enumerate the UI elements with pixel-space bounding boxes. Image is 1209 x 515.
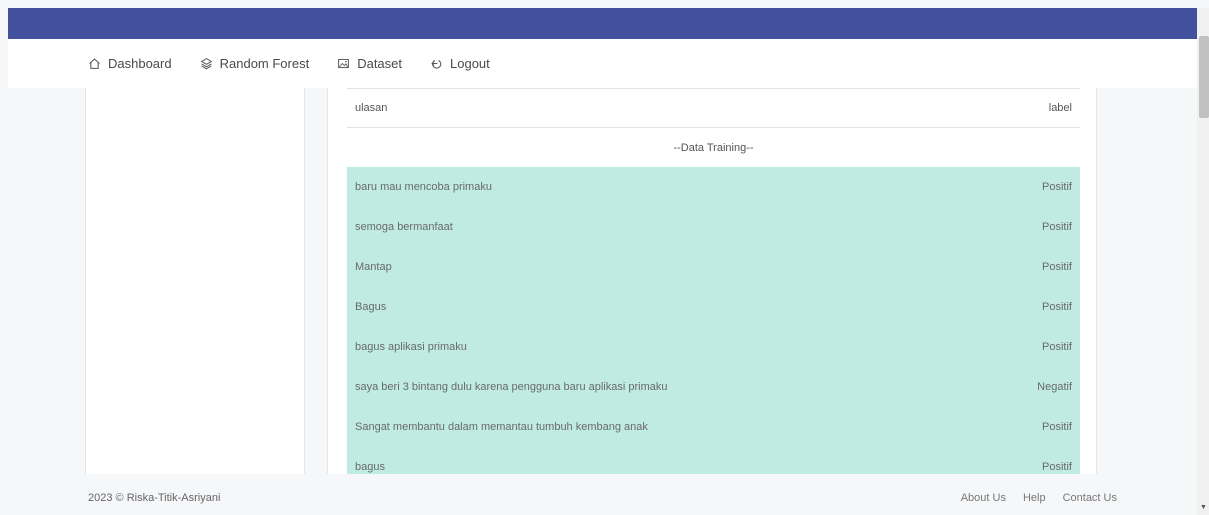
top-header-bar [8, 8, 1197, 39]
sentiment-label: Positif [1042, 461, 1072, 473]
review-text: bagus aplikasi primaku [355, 341, 467, 353]
scrollbar-thumb[interactable] [1199, 36, 1209, 118]
group-row-data-training: --Data Training-- [347, 128, 1080, 167]
table-row: bagus aplikasi primaku Positif [347, 327, 1080, 367]
table-row: Bagus Positif [347, 287, 1080, 327]
nav-dashboard-label: Dashboard [108, 56, 172, 71]
review-text: baru mau mencoba primaku [355, 181, 492, 193]
table-row: semoga bermanfaat Positif [347, 207, 1080, 247]
table-row: bagus Positif [347, 447, 1080, 474]
table-row: saya beri 3 bintang dulu karena pengguna… [347, 367, 1080, 407]
home-icon [89, 58, 100, 69]
footer-link-contact-us[interactable]: Contact Us [1063, 492, 1117, 504]
review-text: Bagus [355, 301, 387, 313]
sentiment-label: Positif [1042, 221, 1072, 233]
review-text: Mantap [355, 261, 392, 273]
page-footer: 2023 © Riska-Titik-Asriyani About Us Hel… [8, 474, 1197, 515]
footer-links: About Us Help Contact Us [961, 492, 1117, 504]
copyright-text: 2023 © Riska-Titik-Asriyani [88, 492, 221, 504]
table-row: baru mau mencoba primaku Positif [347, 167, 1080, 207]
sentiment-label: Positif [1042, 181, 1072, 193]
review-text: semoga bermanfaat [355, 221, 453, 233]
group-label: --Data Training-- [673, 141, 754, 154]
column-header-label: label [1048, 102, 1072, 114]
left-sidebar-panel [85, 88, 305, 474]
nav-logout[interactable]: Logout [430, 56, 490, 71]
image-icon [338, 58, 350, 69]
sentiment-label: Positif [1042, 341, 1072, 353]
table-header: ulasan label [347, 88, 1080, 128]
nav-random-forest[interactable]: Random Forest [200, 56, 310, 71]
nav-dataset[interactable]: Dataset [337, 56, 402, 71]
logout-icon [431, 59, 442, 69]
dataset-table: ulasan label --Data Training-- baru mau … [347, 88, 1080, 474]
column-header-ulasan: ulasan [355, 102, 388, 114]
review-text: bagus [355, 461, 385, 473]
scroll-down-arrow-icon[interactable]: ▼ [1200, 504, 1207, 511]
sentiment-label: Negatif [1037, 381, 1072, 393]
review-text: saya beri 3 bintang dulu karena pengguna… [355, 381, 668, 393]
nav-dataset-label: Dataset [357, 56, 403, 71]
dataset-card: ulasan label --Data Training-- baru mau … [327, 88, 1097, 474]
table-row: Mantap Positif [347, 247, 1080, 287]
footer-link-about-us[interactable]: About Us [961, 492, 1006, 504]
sentiment-label: Positif [1042, 301, 1072, 313]
nav-logout-label: Logout [450, 56, 490, 71]
sentiment-label: Positif [1042, 261, 1072, 273]
review-text: Sangat membantu dalam memantau tumbuh ke… [355, 421, 648, 433]
sentiment-label: Positif [1042, 421, 1072, 433]
table-row: Sangat membantu dalam memantau tumbuh ke… [347, 407, 1080, 447]
nav-random-forest-label: Random Forest [219, 56, 310, 71]
layers-icon [200, 58, 212, 70]
main-navbar: Dashboard Random Forest Dataset Logout [8, 39, 1197, 88]
footer-link-help[interactable]: Help [1023, 492, 1046, 504]
nav-dashboard[interactable]: Dashboard [88, 56, 172, 71]
